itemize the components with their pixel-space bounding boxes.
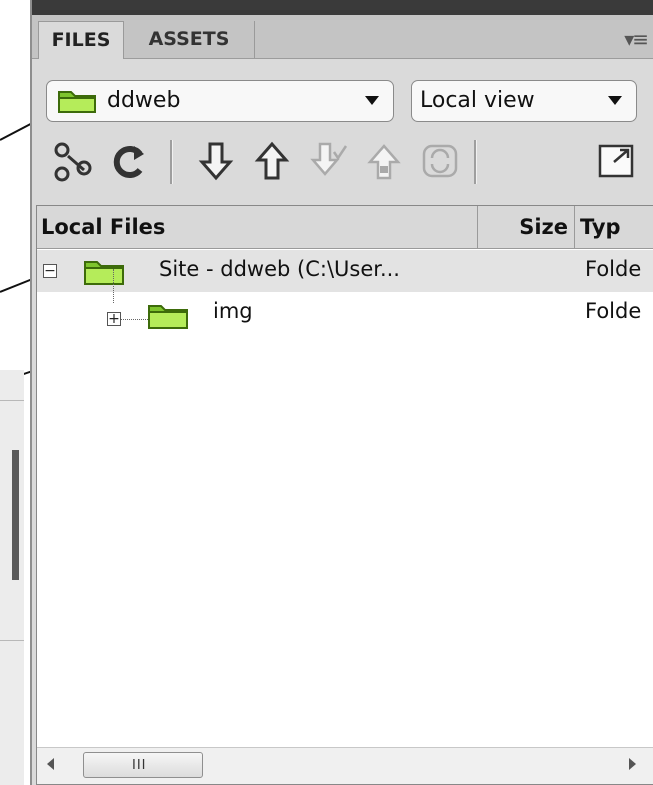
horizontal-scrollbar[interactable]: III: [37, 747, 653, 784]
folder-icon: [148, 305, 188, 329]
chevron-down-icon: [608, 96, 622, 105]
expand-panel-icon[interactable]: [594, 136, 638, 186]
files-toolbar: [32, 128, 653, 198]
tab-files[interactable]: FILES: [38, 21, 124, 59]
collapse-icon[interactable]: −: [43, 264, 57, 278]
panel-options-icon[interactable]: ▾≡: [624, 27, 649, 51]
scrollbar-thumb[interactable]: III: [83, 752, 203, 778]
put-files-icon[interactable]: [250, 136, 294, 186]
column-local-files[interactable]: Local Files: [41, 206, 165, 248]
view-select[interactable]: Local view: [411, 80, 637, 122]
expand-icon[interactable]: +: [107, 312, 121, 326]
local-files-list: Local Files Size Typ − Site - ddweb (C:\…: [36, 205, 653, 785]
toolbar-divider: [474, 140, 477, 184]
get-files-icon[interactable]: [194, 136, 238, 186]
synchronize-icon[interactable]: [418, 136, 462, 186]
background-window-strip: [0, 370, 24, 785]
panel-tab-bar: FILES ASSETS ▾≡: [32, 15, 653, 59]
background-scrollbar: [12, 450, 19, 580]
refresh-icon[interactable]: [106, 136, 150, 186]
panel-title-strip: [32, 0, 653, 15]
tree-row-type: Folde: [585, 299, 642, 323]
scroll-left-icon[interactable]: [47, 758, 54, 770]
check-out-icon[interactable]: [306, 136, 350, 186]
connect-icon[interactable]: [50, 136, 94, 186]
tree-row-label: img: [213, 299, 253, 323]
tree-row-type: Folde: [585, 257, 642, 281]
toolbar-divider: [170, 140, 173, 184]
tree-row-label: Site - ddweb (C:\User...: [159, 257, 400, 281]
view-select-value: Local view: [420, 88, 535, 113]
site-select[interactable]: ddweb: [46, 80, 394, 122]
chevron-down-icon: [365, 96, 379, 105]
folder-icon: [58, 91, 96, 113]
tree-row-img[interactable]: + img Folde: [37, 292, 653, 334]
site-select-value: ddweb: [107, 88, 181, 113]
scrollbar-grip: III: [132, 758, 147, 773]
column-size[interactable]: Size: [477, 206, 572, 248]
check-in-icon[interactable]: [362, 136, 406, 186]
tree-row-site[interactable]: − Site - ddweb (C:\User... Folde: [37, 250, 653, 292]
tab-assets[interactable]: ASSETS: [124, 21, 254, 58]
scroll-right-icon[interactable]: [629, 758, 636, 770]
column-header: Local Files Size Typ: [37, 206, 653, 249]
files-panel: FILES ASSETS ▾≡ ddweb Local view Local F…: [30, 0, 653, 785]
column-type[interactable]: Typ: [574, 206, 653, 248]
tab-divider: [254, 21, 255, 58]
folder-icon: [84, 261, 124, 285]
